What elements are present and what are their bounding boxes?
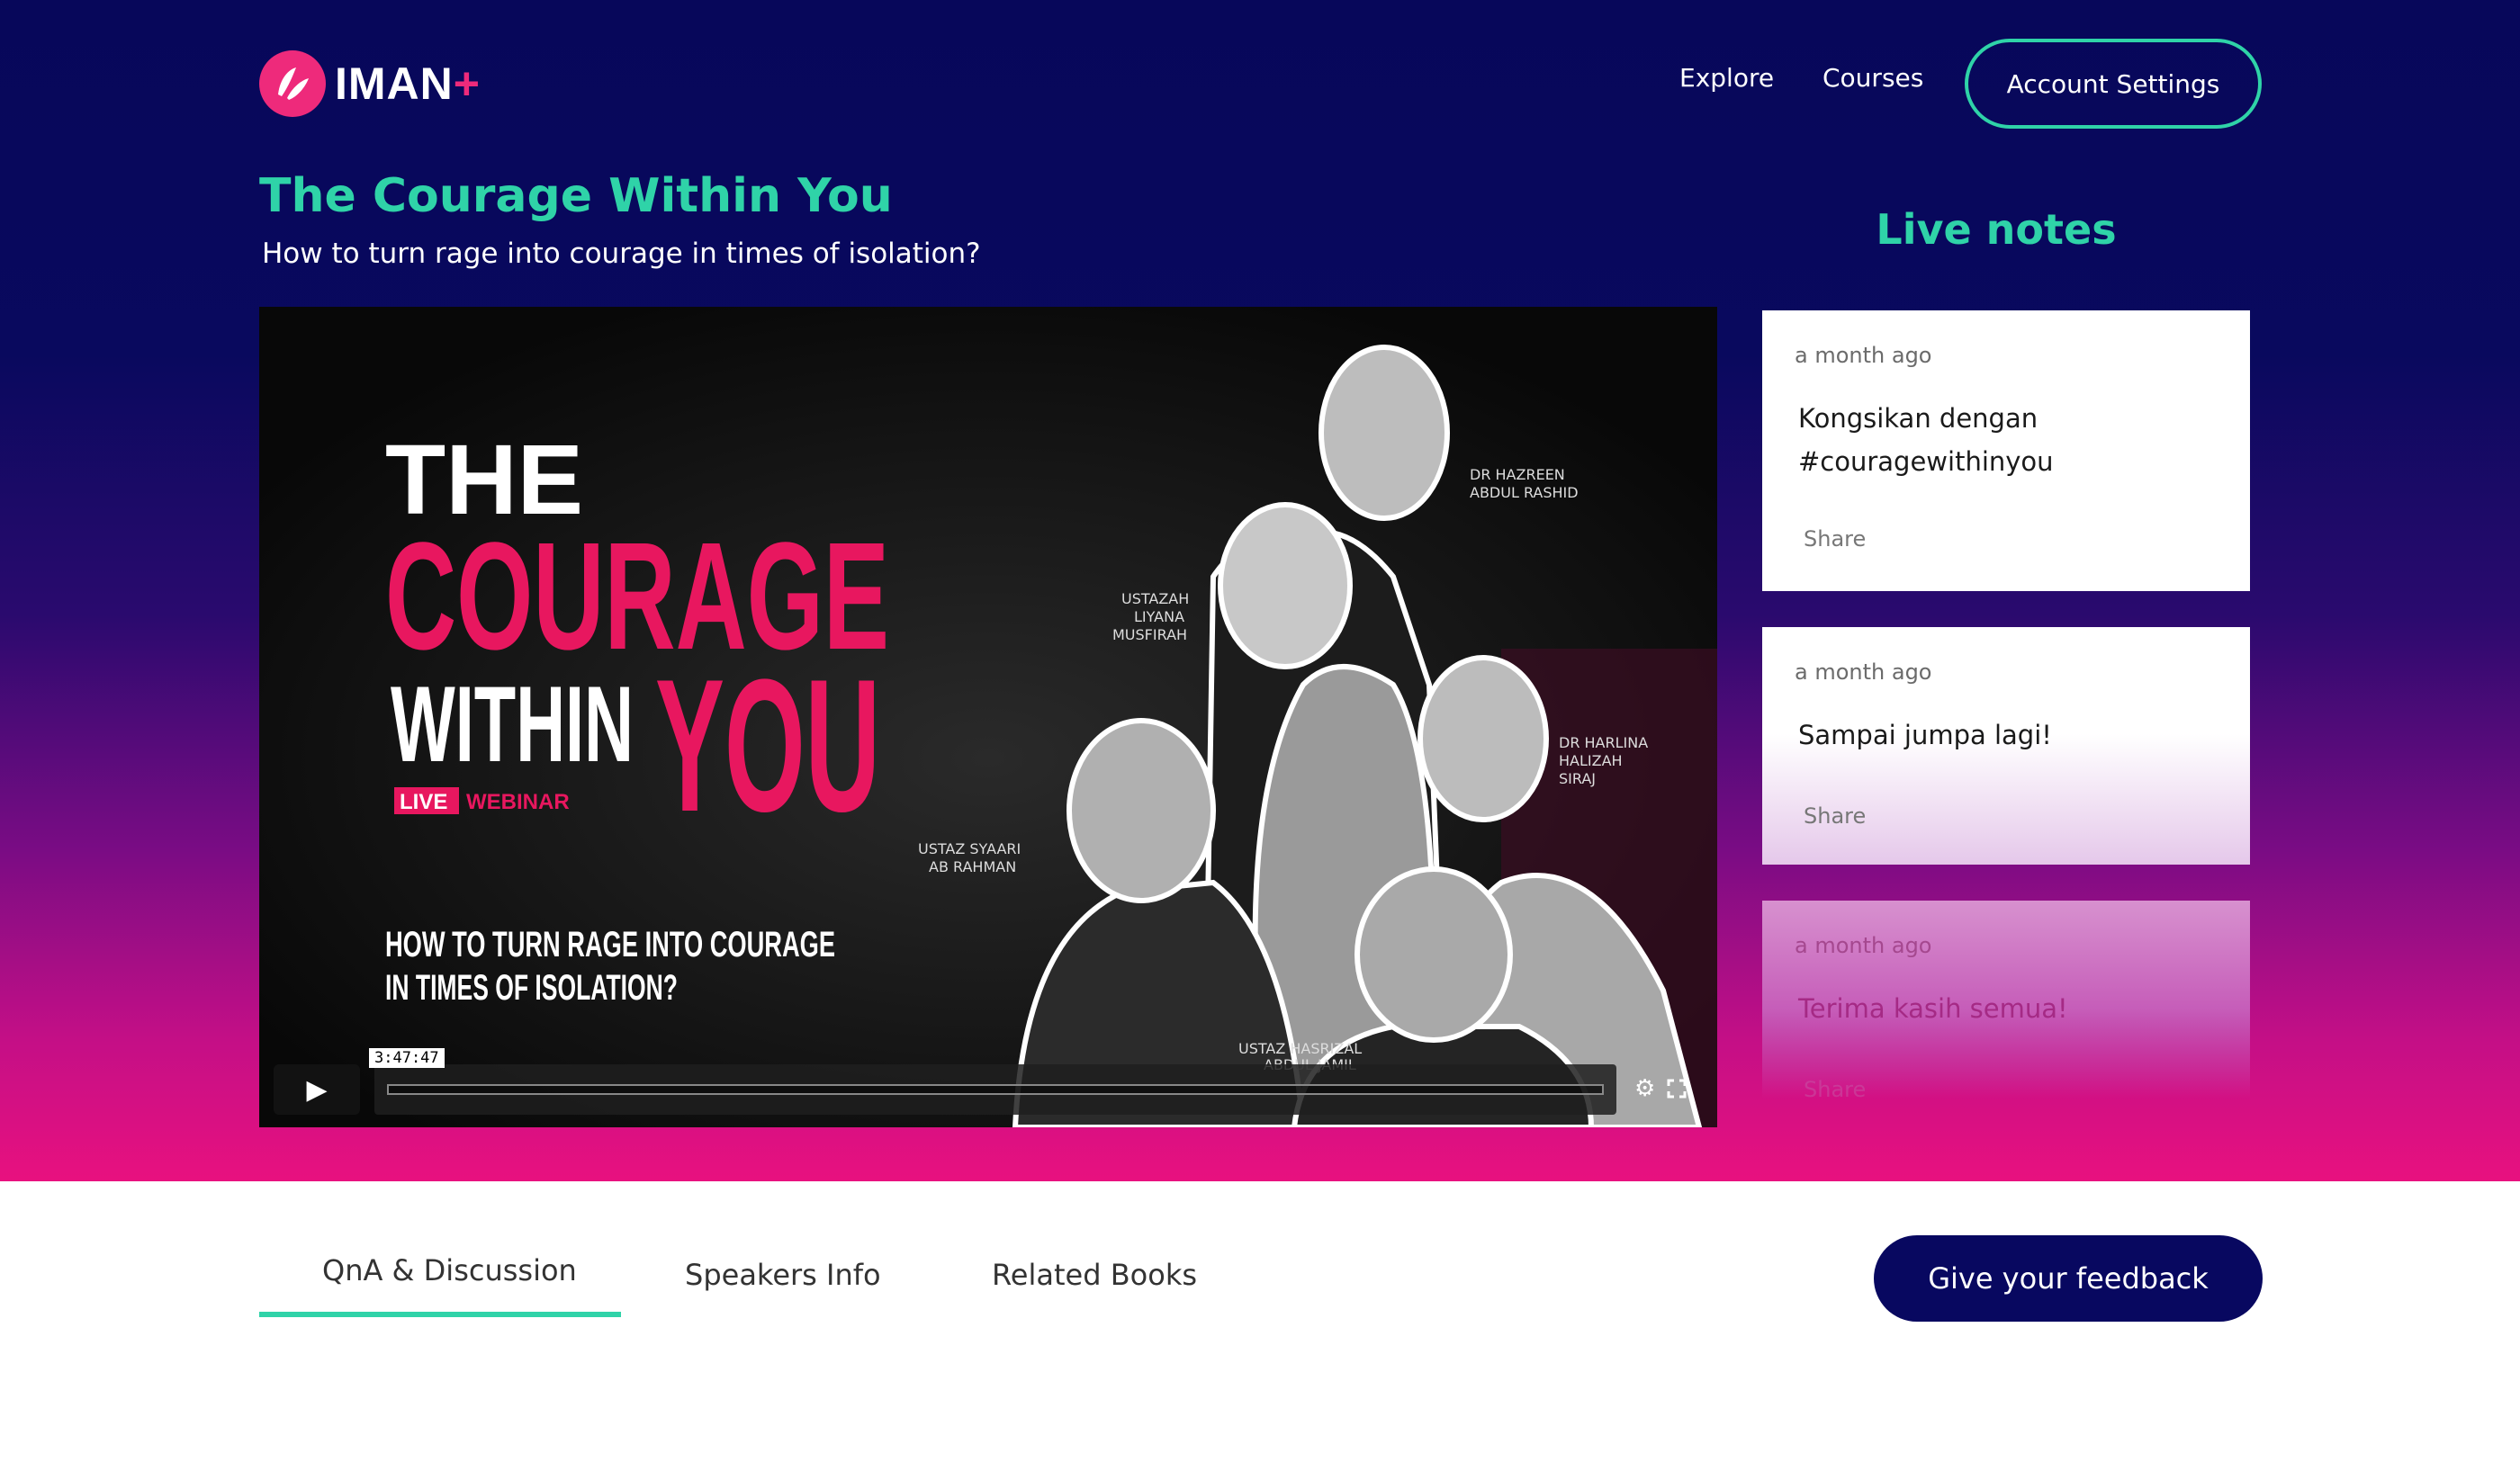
nav-courses[interactable]: Courses bbox=[1822, 63, 1923, 93]
video-controls: ▶ 3:47:47 ⚙ bbox=[274, 1048, 1703, 1115]
svg-text:DR HARLINA: DR HARLINA bbox=[1559, 734, 1648, 751]
tab-speakers-info[interactable]: Speakers Info bbox=[685, 1258, 881, 1292]
brand-name: IMAN bbox=[335, 58, 454, 109]
svg-text:USTAZ SYAARI: USTAZ SYAARI bbox=[918, 840, 1021, 857]
live-note-card: a month ago Sampai jumpa lagi! Share bbox=[1762, 627, 2250, 865]
page-subtitle: How to turn rage into courage in times o… bbox=[262, 238, 981, 270]
tab-qna-discussion[interactable]: QnA & Discussion bbox=[322, 1253, 577, 1287]
svg-text:ABDUL RASHID: ABDUL RASHID bbox=[1470, 484, 1579, 501]
svg-text:USTAZ HASRIZAL: USTAZ HASRIZAL bbox=[1238, 1040, 1362, 1057]
share-link[interactable]: Share bbox=[1804, 1077, 1866, 1102]
gear-icon[interactable]: ⚙ bbox=[1634, 1075, 1655, 1102]
play-icon: ▶ bbox=[306, 1073, 328, 1106]
video-duration: 3:47:47 bbox=[369, 1048, 445, 1068]
share-link[interactable]: Share bbox=[1804, 526, 1866, 552]
svg-text:HALIZAH: HALIZAH bbox=[1559, 752, 1623, 769]
give-feedback-button[interactable]: Give your feedback bbox=[1874, 1235, 2263, 1322]
progress-track[interactable] bbox=[387, 1084, 1604, 1095]
active-tab-indicator bbox=[259, 1312, 621, 1317]
note-text: Terima kasih semua! bbox=[1798, 993, 2068, 1024]
svg-text:DR HAZREEN: DR HAZREEN bbox=[1470, 466, 1565, 483]
brand-plus: + bbox=[453, 58, 481, 109]
svg-text:LIYANA: LIYANA bbox=[1134, 608, 1184, 625]
account-settings-button[interactable]: Account Settings bbox=[1965, 39, 2262, 129]
nav-explore[interactable]: Explore bbox=[1679, 63, 1774, 93]
video-player[interactable]: THE COURAGE WITHIN YOU LIVE WEBINAR HOW … bbox=[259, 307, 1717, 1127]
poster-tagline-1: HOW TO TURN RAGE INTO COURAGE bbox=[385, 925, 835, 964]
play-button[interactable]: ▶ bbox=[274, 1064, 360, 1115]
iman-logo[interactable]: IMAN+ bbox=[259, 50, 481, 117]
svg-text:USTAZAH: USTAZAH bbox=[1121, 590, 1189, 607]
poster-headline-4: YOU bbox=[655, 640, 880, 851]
note-text: Kongsikan dengan #couragewithinyou bbox=[1798, 403, 2054, 477]
note-timestamp: a month ago bbox=[1795, 933, 1932, 958]
speaker-label: USTAZ SYAARI AB RAHMAN bbox=[918, 840, 1021, 875]
poster-badge-webinar: WEBINAR bbox=[466, 790, 570, 814]
speaker-label: DR HAZREEN ABDUL RASHID bbox=[1470, 466, 1579, 501]
live-note-card: a month ago Terima kasih semua! Share bbox=[1762, 901, 2250, 1102]
progress-bar[interactable] bbox=[374, 1064, 1616, 1115]
note-timestamp: a month ago bbox=[1795, 659, 1932, 685]
leaf-logo-icon bbox=[259, 50, 326, 117]
note-timestamp: a month ago bbox=[1795, 343, 1932, 368]
svg-text:AB RAHMAN: AB RAHMAN bbox=[929, 858, 1016, 875]
page-title: The Courage Within You bbox=[259, 169, 893, 223]
video-poster: THE COURAGE WITHIN YOU LIVE WEBINAR HOW … bbox=[259, 307, 1717, 1127]
live-note-card: a month ago Kongsikan dengan #couragewit… bbox=[1762, 310, 2250, 591]
note-text: Sampai jumpa lagi! bbox=[1798, 720, 2052, 750]
poster-tagline-2: IN TIMES OF ISOLATION? bbox=[385, 968, 678, 1008]
svg-text:SIRAJ: SIRAJ bbox=[1559, 770, 1596, 787]
svg-text:MUSFIRAH: MUSFIRAH bbox=[1112, 626, 1187, 643]
poster-headline-3: WITHIN bbox=[391, 664, 634, 785]
fullscreen-icon[interactable] bbox=[1667, 1075, 1687, 1105]
poster-badge-live: LIVE bbox=[400, 790, 447, 814]
live-notes-title: Live notes bbox=[1876, 205, 2117, 254]
tab-related-books[interactable]: Related Books bbox=[992, 1258, 1197, 1292]
share-link[interactable]: Share bbox=[1804, 803, 1866, 829]
